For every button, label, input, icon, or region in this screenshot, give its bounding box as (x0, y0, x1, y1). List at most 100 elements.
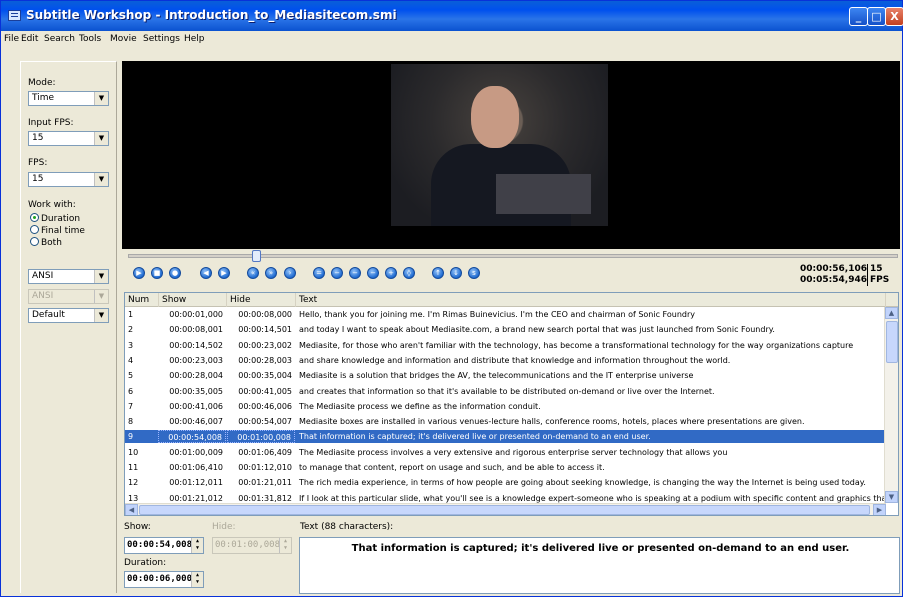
sync-icon[interactable]: ◊ (403, 267, 415, 279)
input-fps-label: Input FPS: (28, 118, 74, 128)
col-hide[interactable]: Hide (227, 293, 296, 307)
charset-secondary-select: ANSI ▼ (28, 289, 109, 304)
chevron-down-icon[interactable]: ▼ (94, 92, 108, 105)
row-hide: 00:00:35,004 (238, 371, 292, 381)
radio-both[interactable]: Both (30, 237, 62, 248)
rewind-icon[interactable]: « (247, 267, 259, 279)
time-readout: 00:00:56,106 00:05:54,946 (800, 264, 867, 286)
shift-icon[interactable]: ↑ (432, 267, 444, 279)
table-row[interactable]: 11 00:01:06,410 00:01:12,010 to manage that… (125, 461, 885, 474)
chevron-down-icon[interactable]: ▼ (94, 309, 108, 322)
show-time-input[interactable]: 00:00:54,008 ▲ ▼ (124, 537, 204, 554)
scroll-down-icon[interactable]: ▼ (885, 491, 898, 503)
pause-icon[interactable]: ■ (151, 267, 163, 279)
seek-bar[interactable] (128, 250, 898, 262)
charset-select[interactable]: ANSI ▼ (28, 269, 109, 284)
row-show: 00:00:54,008 (158, 430, 226, 444)
show-time-value: 00:00:54,008 (127, 540, 193, 550)
scroll-thumb[interactable] (886, 321, 898, 363)
scroll-up-icon[interactable]: ▲ (885, 307, 898, 319)
row-text: Hello, thank you for joining me. I'm Rim… (299, 310, 695, 319)
table-row[interactable]: 6 00:00:35,005 00:00:41,005 and creates tha… (125, 385, 885, 398)
back-icon[interactable]: ◀ (200, 267, 212, 279)
window-title: Subtitle Workshop - Introduction_to_Medi… (26, 8, 397, 22)
chevron-down-icon[interactable]: ▼ (94, 270, 108, 283)
row-hide: 00:00:54,007 (238, 417, 292, 427)
title-bar[interactable]: Subtitle Workshop - Introduction_to_Medi… (1, 1, 903, 31)
row-num: 3 (128, 340, 134, 350)
table-row[interactable]: 9 00:00:54,008 00:01:00,008 That informatio… (125, 430, 885, 444)
chevron-down-icon[interactable]: ▼ (94, 173, 108, 186)
menu-file[interactable]: File (4, 34, 19, 44)
row-hide: 00:00:41,005 (238, 386, 292, 396)
menu-movie[interactable]: Movie (110, 34, 137, 44)
scroll-right-icon[interactable]: ▶ (873, 504, 886, 515)
row-num: 2 (128, 325, 134, 335)
scroll-thumb-horizontal[interactable] (139, 505, 870, 515)
table-row[interactable]: 12 00:01:12,011 00:01:21,011 The rich media… (125, 476, 885, 489)
row-text: That information is captured; it's deliv… (299, 432, 651, 442)
mode-select[interactable]: Time ▼ (28, 91, 109, 106)
table-row[interactable]: 7 00:00:41,006 00:00:46,006 The Mediasite p… (125, 400, 885, 413)
table-row[interactable]: 2 00:00:08,001 00:00:14,501 and today I wan… (125, 323, 885, 336)
video-frame (391, 64, 608, 226)
fps-select[interactable]: 15 ▼ (28, 172, 109, 187)
row-show: 00:01:06,410 (169, 463, 223, 472)
input-fps-select[interactable]: 15 ▼ (28, 131, 109, 146)
row-num: 1 (128, 310, 134, 319)
set-show-icon[interactable]: = (313, 267, 325, 279)
close-button[interactable]: X (885, 7, 903, 26)
row-show: 00:00:41,006 (169, 401, 223, 411)
next-frame-icon[interactable]: › (284, 267, 296, 279)
menu-edit[interactable]: Edit (21, 34, 38, 44)
stop-icon[interactable]: ● (169, 267, 181, 279)
fps-unit: FPS (870, 275, 890, 285)
speed-icon[interactable]: s (468, 267, 480, 279)
duration-value: 00:00:06,000 (127, 574, 193, 584)
menu-search[interactable]: Search (44, 34, 75, 44)
row-text: The Mediasite process involves a very ex… (299, 447, 728, 457)
play-icon[interactable]: ▶ (133, 267, 145, 279)
spinner-icon[interactable]: ▲ ▼ (191, 572, 203, 587)
seek-thumb[interactable] (252, 250, 261, 262)
table-row[interactable]: 8 00:00:46,007 00:00:54,007 Mediasite boxes… (125, 415, 885, 428)
minimize-button[interactable]: _ (849, 7, 868, 26)
left-panel: Mode: Time ▼ Input FPS: 15 ▼ FPS: 15 ▼ W… (20, 61, 117, 593)
row-num: 12 (128, 478, 139, 488)
col-text[interactable]: Text (296, 293, 886, 307)
duration-input[interactable]: 00:00:06,000 ▲ ▼ (124, 571, 204, 588)
style-select[interactable]: Default ▼ (28, 308, 109, 323)
forward-icon[interactable]: ▶ (218, 267, 230, 279)
subtitle-table[interactable]: Num Show Hide Text 1 00:00:01,000 00:00:08… (124, 292, 899, 516)
radio-final-time[interactable]: Final time (30, 225, 85, 236)
maximize-button[interactable]: □ (867, 7, 886, 26)
fast-forward-icon[interactable]: » (265, 267, 277, 279)
chevron-down-icon[interactable]: ▼ (94, 132, 108, 145)
start-subtitle-icon[interactable]: − (349, 267, 361, 279)
col-num[interactable]: Num (125, 293, 159, 307)
vertical-scrollbar[interactable]: ▲ ▼ (884, 307, 898, 503)
scroll-left-icon[interactable]: ◀ (125, 504, 138, 515)
row-num: 9 (128, 432, 134, 442)
set-hide-icon[interactable]: − (331, 267, 343, 279)
app-icon[interactable] (8, 10, 21, 21)
spinner-icon[interactable]: ▲ ▼ (191, 538, 203, 553)
table-row[interactable]: 1 00:00:01,000 00:00:08,000 Hello, thank yo… (125, 308, 885, 321)
work-with-label: Work with: (28, 200, 76, 210)
menu-tools[interactable]: Tools (79, 34, 101, 44)
add-subtitle-icon[interactable]: + (385, 267, 397, 279)
row-hide: 00:01:21,011 (238, 478, 292, 488)
subtitle-text-editor[interactable]: That information is captured; it's deliv… (299, 537, 900, 594)
end-subtitle-icon[interactable]: − (367, 267, 379, 279)
menu-help[interactable]: Help (184, 34, 205, 44)
radio-duration[interactable]: Duration (30, 213, 80, 224)
table-row[interactable]: 10 00:01:00,009 00:01:06,409 The Mediasite … (125, 446, 885, 459)
video-area[interactable] (122, 61, 900, 249)
horizontal-scrollbar[interactable]: ◀ ▶ (125, 503, 886, 515)
table-row[interactable]: 3 00:00:14,502 00:00:23,002 Mediasite, for … (125, 339, 885, 352)
menu-settings[interactable]: Settings (143, 34, 180, 44)
delay-icon[interactable]: ↓ (450, 267, 462, 279)
col-show[interactable]: Show (159, 293, 227, 307)
table-row[interactable]: 4 00:00:23,003 00:00:28,003 and share knowl… (125, 354, 885, 367)
table-row[interactable]: 5 00:00:28,004 00:00:35,004 Mediasite is a … (125, 369, 885, 382)
